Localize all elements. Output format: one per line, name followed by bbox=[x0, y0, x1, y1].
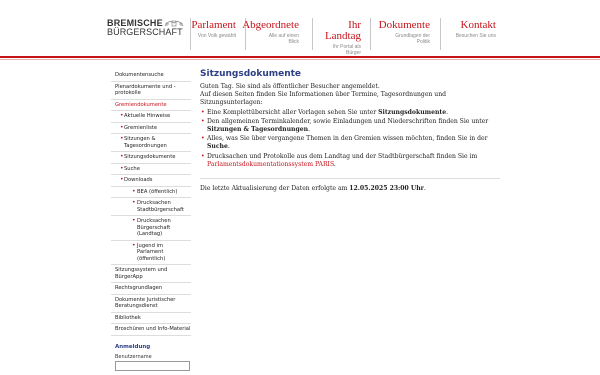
last-update-text: Die letzte Aktualisierung der Daten erfo… bbox=[200, 178, 500, 193]
nav-separator bbox=[370, 18, 371, 50]
sidebar-nav: Dokumentensuche Plenardokumente und -pro… bbox=[111, 70, 191, 371]
bullet-icon: • bbox=[120, 176, 124, 183]
logo-line-2: BÜRGERSCHAFT bbox=[107, 27, 183, 37]
header-divider-light bbox=[0, 59, 600, 60]
list-item: • Den allgemeinen Terminkalender, sowie E… bbox=[201, 117, 489, 134]
nav-title: Ihr Landtag bbox=[324, 19, 361, 42]
bullet-icon: • bbox=[120, 123, 124, 131]
bullet-icon: • bbox=[201, 108, 205, 116]
sidebar-item-juristischer-dienst[interactable]: Dokumente Juristischer Beratungsdienst bbox=[111, 295, 191, 313]
list-item: • Alles, was Sie über vergangene Themen i… bbox=[201, 135, 488, 151]
nav-parlament[interactable]: Parlament Von Volk gewählt bbox=[190, 18, 242, 54]
list-item: • Drucksachen und Protokolle aus dem Land… bbox=[201, 152, 478, 168]
sidebar-item-sitzungen[interactable]: • Sitzungen & Tagesordnungen bbox=[111, 134, 191, 152]
nav-title: Kontakt bbox=[460, 19, 496, 31]
sidebar-item-bea[interactable]: • BEA (öffentlich) bbox=[111, 187, 191, 198]
bullet-icon: • bbox=[201, 135, 205, 143]
nav-abgeordnete[interactable]: Abgeordnete Alle auf einen Blick bbox=[242, 18, 305, 54]
header-divider bbox=[0, 56, 600, 58]
nav-separator bbox=[440, 18, 441, 50]
sidebar-item-plenardokumente[interactable]: Plenardokumente und -protokolle bbox=[111, 82, 191, 100]
sidebar-item-sitzungssystem[interactable]: Sitzungssystem und BürgerApp bbox=[111, 265, 191, 283]
sidebar-item-dokumentensuche[interactable]: Dokumentensuche bbox=[111, 70, 191, 82]
nav-title: Dokumente bbox=[378, 19, 430, 31]
paris-link[interactable]: Parlamentsdokumentationssystem PARIS bbox=[207, 161, 334, 168]
bullet-icon: • bbox=[132, 241, 136, 249]
sidebar-item-aktuelle-hinweise[interactable]: • Aktuelle Hinweise bbox=[111, 111, 191, 123]
bullet-icon: • bbox=[120, 164, 124, 172]
intro-text: Auf diesen Seiten finden Sie Information… bbox=[200, 91, 447, 107]
bullet-icon: • bbox=[120, 135, 124, 142]
sidebar-item-downloads[interactable]: • Downloads bbox=[111, 175, 191, 187]
site-logo[interactable]: BREMISCHE BÜRGERSCHAFT bbox=[107, 18, 191, 40]
sidebar-item-drucksachen-stadt[interactable]: • Drucksachen Stadtbürgerschaft bbox=[111, 198, 191, 216]
nav-subtitle: Grundlagen der Politik bbox=[395, 33, 430, 45]
bullet-icon: • bbox=[132, 199, 136, 206]
site-header: BREMISCHE BÜRGERSCHAFT Parlament Von Vol… bbox=[0, 0, 600, 60]
bullet-icon: • bbox=[120, 112, 124, 119]
username-input[interactable] bbox=[115, 360, 190, 371]
sidebar-item-gremiendokumente[interactable]: Gremiendokumente bbox=[111, 100, 191, 111]
nav-subtitle: Ihr Portal als Bürger bbox=[332, 44, 361, 56]
nav-subtitle: Von Volk gewählt bbox=[197, 33, 236, 39]
sitzungsdokumente-ref: Sitzungsdokumente bbox=[378, 108, 447, 116]
sidebar-item-jugend-im-parlament[interactable]: • Jugend im Parlament (öffentlich) bbox=[111, 241, 191, 265]
sidebar-item-drucksachen-landtag[interactable]: • Drucksachen Bürgerschaft (Landtag) bbox=[111, 216, 191, 241]
sidebar-item-rechtsgrundlagen[interactable]: Rechtsgrundlagen bbox=[111, 283, 191, 295]
sidebar-item-bibliothek[interactable]: Bibliothek bbox=[111, 313, 191, 324]
nav-ihr-landtag[interactable]: Ihr Landtag Ihr Portal als Bürger bbox=[312, 18, 367, 56]
sidebar-item-sitzungsdokumente[interactable]: • Sitzungsdokumente bbox=[111, 152, 191, 164]
bullet-icon: • bbox=[132, 217, 136, 224]
nav-subtitle: Besuchen Sie uns bbox=[455, 33, 496, 39]
page-title: Sitzungsdokumente bbox=[200, 69, 302, 79]
nav-title: Abgeordnete bbox=[242, 19, 299, 31]
username-label: Benutzername bbox=[115, 353, 152, 360]
bullet-icon: • bbox=[201, 117, 205, 125]
bullet-icon: • bbox=[120, 153, 124, 160]
sidebar-item-gremienliste[interactable]: • Gremienliste bbox=[111, 123, 191, 134]
nav-separator bbox=[312, 18, 313, 50]
last-update-date: 12.05.2025 23:00 Uhr bbox=[349, 185, 424, 193]
nav-kontakt[interactable]: Kontakt Besuchen Sie uns bbox=[440, 18, 502, 54]
greeting-text: Guten Tag. Sie sind als öffentlicher Bes… bbox=[200, 83, 380, 90]
info-list: • Eine Komplettübersicht aller Vorlagen s… bbox=[200, 109, 500, 169]
sidebar-item-suche[interactable]: • Suche bbox=[111, 164, 191, 175]
bullet-icon: • bbox=[132, 187, 136, 195]
list-item: • Eine Komplettübersicht aller Vorlagen s… bbox=[201, 108, 449, 116]
suche-ref: Suche bbox=[207, 143, 228, 151]
nav-dokumente[interactable]: Dokumente Grundlagen der Politik bbox=[370, 18, 436, 54]
sitzungen-ref: Sitzungen & Tagesordnungen bbox=[207, 126, 309, 134]
nav-subtitle: Alle auf einen Blick bbox=[268, 33, 299, 45]
sidebar-item-broschueren[interactable]: Broschüren und Info-Material bbox=[111, 324, 191, 336]
main-content: Sitzungsdokumente Guten Tag. Sie sind al… bbox=[200, 68, 500, 193]
bullet-icon: • bbox=[201, 152, 205, 160]
nav-title: Parlament bbox=[191, 19, 236, 31]
